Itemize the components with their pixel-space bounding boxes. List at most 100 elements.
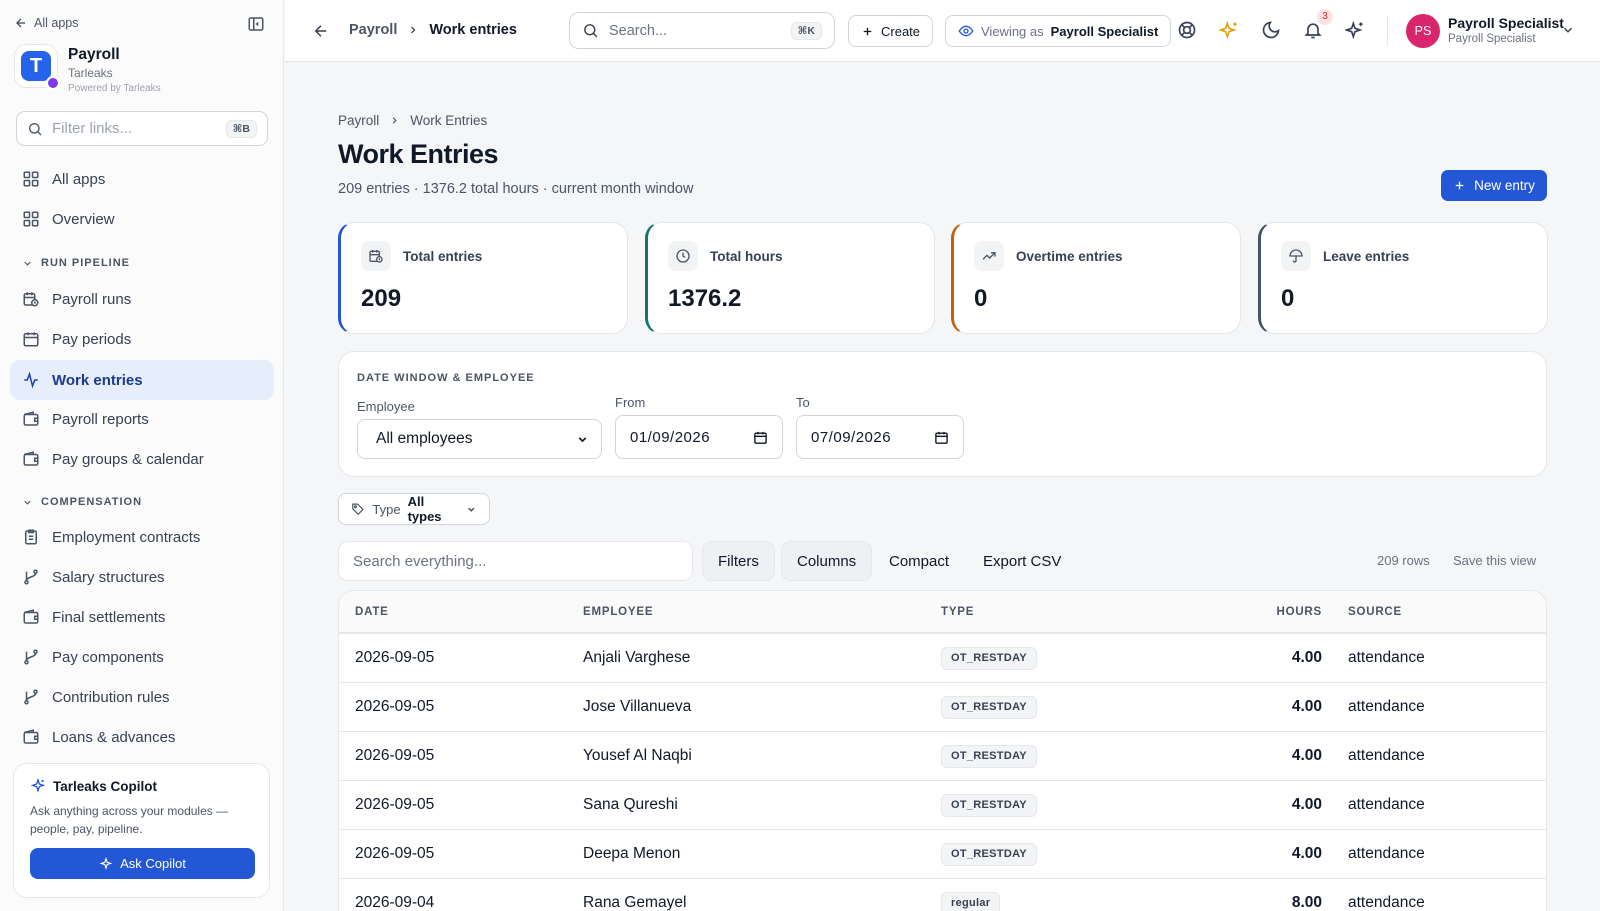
stat-value: 1376.2 bbox=[668, 285, 742, 312]
stat-value: 0 bbox=[974, 285, 988, 312]
ask-copilot-button[interactable]: Ask Copilot bbox=[30, 848, 255, 879]
column-header-hours[interactable]: HOURS bbox=[1276, 606, 1322, 618]
breadcrumb-item[interactable]: Payroll bbox=[338, 113, 379, 128]
cell-date: 2026-09-05 bbox=[355, 796, 435, 813]
viewing-as-role: Payroll Specialist bbox=[1050, 23, 1159, 39]
sidebar-item-payroll-reports[interactable]: Payroll reports bbox=[10, 400, 274, 438]
breadcrumb-parent[interactable]: Payroll bbox=[349, 22, 397, 38]
type-filter-value: All types bbox=[407, 494, 442, 524]
section-run-pipeline[interactable]: RUN PIPELINE bbox=[22, 257, 130, 269]
save-view-button[interactable]: Save this view bbox=[1453, 553, 1536, 568]
sidebar-item-label: Final settlements bbox=[52, 608, 166, 626]
column-header-date[interactable]: DATE bbox=[355, 606, 389, 618]
chevron-right-icon bbox=[411, 26, 416, 34]
sidebar-item-employment-contracts[interactable]: Employment contracts bbox=[10, 518, 274, 556]
type-filter-chip[interactable]: Type All types bbox=[338, 493, 490, 525]
from-date-value: 01/09/2026 bbox=[630, 428, 711, 446]
calendar-icon bbox=[23, 332, 39, 347]
calendar-icon[interactable] bbox=[934, 430, 949, 445]
table-row[interactable]: 2026-09-05 Sana Qureshi OT_RESTDAY 4.00 … bbox=[339, 781, 1546, 830]
theme-toggle-button[interactable] bbox=[1261, 20, 1283, 42]
cell-hours: 4.00 bbox=[1291, 796, 1322, 813]
stat-label: Leave entries bbox=[1323, 248, 1410, 264]
stat-label: Total hours bbox=[710, 248, 783, 264]
lifebuoy-icon bbox=[1178, 21, 1196, 39]
table-row[interactable]: 2026-09-05 Yousef Al Naqbi OT_RESTDAY 4.… bbox=[339, 732, 1546, 781]
sidebar-item-pay-groups[interactable]: Pay groups & calendar bbox=[10, 440, 274, 478]
sidebar-item-final-settlements[interactable]: Final settlements bbox=[10, 598, 274, 636]
date-employee-filter-card: DATE WINDOW & EMPLOYEE Employee All empl… bbox=[338, 351, 1547, 477]
cell-source: attendance bbox=[1348, 747, 1425, 764]
app-logo: T bbox=[14, 44, 60, 90]
export-csv-button[interactable]: Export CSV bbox=[968, 541, 1076, 581]
work-entries-table: DATE EMPLOYEE TYPE HOURS SOURCE 2026-09-… bbox=[338, 590, 1547, 911]
tag-icon bbox=[352, 503, 364, 515]
compact-button[interactable]: Compact bbox=[874, 541, 964, 581]
global-search-input[interactable]: Search... ⌘K bbox=[569, 12, 835, 49]
stat-label: Overtime entries bbox=[1016, 248, 1123, 264]
sidebar-item-payroll-runs[interactable]: Payroll runs bbox=[10, 280, 274, 318]
calendar-clock-icon bbox=[23, 292, 39, 307]
copilot-button[interactable] bbox=[1345, 20, 1367, 42]
new-entry-button[interactable]: New entry bbox=[1441, 170, 1547, 201]
wallet-icon bbox=[23, 609, 39, 624]
chevron-down-icon bbox=[468, 507, 475, 512]
user-menu-button[interactable] bbox=[1561, 23, 1575, 37]
column-header-employee[interactable]: EMPLOYEE bbox=[583, 606, 653, 618]
filter-links-input[interactable]: Filter links... ⌘B bbox=[16, 111, 268, 146]
viewing-as-button[interactable]: Viewing as Payroll Specialist bbox=[945, 15, 1172, 47]
sidebar-item-all-apps[interactable]: All apps bbox=[10, 160, 274, 198]
table-search-input[interactable]: Search everything... bbox=[338, 541, 693, 581]
column-header-type[interactable]: TYPE bbox=[941, 606, 974, 618]
sparkles-icon bbox=[1219, 20, 1237, 40]
sidebar-item-contribution-rules[interactable]: Contribution rules bbox=[10, 678, 274, 716]
help-button[interactable] bbox=[1177, 20, 1199, 42]
table-row[interactable]: 2026-09-05 Deepa Menon OT_RESTDAY 4.00 a… bbox=[339, 830, 1546, 879]
ask-copilot-label: Ask Copilot bbox=[120, 856, 186, 871]
sidebar-item-label: Contribution rules bbox=[52, 688, 170, 706]
chevron-down-icon bbox=[578, 436, 587, 442]
page-subtitle: 209 entries · 1376.2 total hours · curre… bbox=[338, 181, 694, 197]
columns-button[interactable]: Columns bbox=[781, 541, 873, 581]
sidebar-item-salary-structures[interactable]: Salary structures bbox=[10, 558, 274, 596]
from-date-input[interactable]: 01/09/2026 bbox=[615, 415, 783, 459]
sidebar-item-label: Pay periods bbox=[52, 330, 132, 348]
cell-date: 2026-09-05 bbox=[355, 649, 435, 666]
create-button[interactable]: Create bbox=[848, 15, 934, 47]
employee-select[interactable]: All employees bbox=[357, 419, 602, 459]
filters-button[interactable]: Filters bbox=[702, 541, 775, 581]
section-label: RUN PIPELINE bbox=[41, 257, 131, 269]
column-header-source[interactable]: SOURCE bbox=[1348, 606, 1402, 618]
branch-icon bbox=[24, 649, 38, 665]
sidebar-item-overview[interactable]: Overview bbox=[10, 200, 274, 238]
stat-value: 0 bbox=[1281, 285, 1295, 312]
org-name: Tarleaks bbox=[68, 66, 113, 80]
stat-value: 209 bbox=[361, 285, 402, 312]
section-compensation[interactable]: COMPENSATION bbox=[22, 496, 142, 508]
to-date-input[interactable]: 07/09/2026 bbox=[796, 415, 964, 459]
brand: T Payroll Tarleaks Powered by Tarleaks bbox=[14, 44, 161, 94]
collapse-sidebar-button[interactable] bbox=[247, 15, 265, 33]
to-date-value: 07/09/2026 bbox=[811, 428, 892, 446]
calendar-icon[interactable] bbox=[753, 430, 768, 445]
cell-employee: Deepa Menon bbox=[583, 845, 681, 862]
table-header: DATE EMPLOYEE TYPE HOURS SOURCE bbox=[339, 591, 1546, 634]
sidebar-item-loans-advances[interactable]: Loans & advances bbox=[10, 718, 274, 756]
sidebar-item-pay-periods[interactable]: Pay periods bbox=[10, 320, 274, 358]
type-badge: regular bbox=[941, 892, 1001, 911]
avatar[interactable]: PS bbox=[1406, 14, 1440, 48]
back-button[interactable] bbox=[312, 22, 330, 40]
search-shortcut: ⌘K bbox=[790, 21, 822, 40]
all-apps-link[interactable]: All apps bbox=[14, 16, 78, 30]
notification-count-badge: 3 bbox=[1317, 9, 1333, 25]
stat-card-total-entries: Total entries 209 bbox=[338, 222, 628, 334]
ai-suggestions-button[interactable] bbox=[1219, 20, 1241, 42]
arrow-left-icon bbox=[314, 25, 327, 37]
sidebar-item-work-entries[interactable]: Work entries bbox=[10, 360, 274, 400]
table-row[interactable]: 2026-09-04 Rana Gemayel regular 8.00 att… bbox=[339, 879, 1546, 911]
search-icon bbox=[29, 122, 42, 135]
table-row[interactable]: 2026-09-05 Anjali Varghese OT_RESTDAY 4.… bbox=[339, 634, 1546, 683]
sidebar-item-pay-components[interactable]: Pay components bbox=[10, 638, 274, 676]
clock-icon bbox=[676, 249, 690, 263]
table-row[interactable]: 2026-09-05 Jose Villanueva OT_RESTDAY 4.… bbox=[339, 683, 1546, 732]
